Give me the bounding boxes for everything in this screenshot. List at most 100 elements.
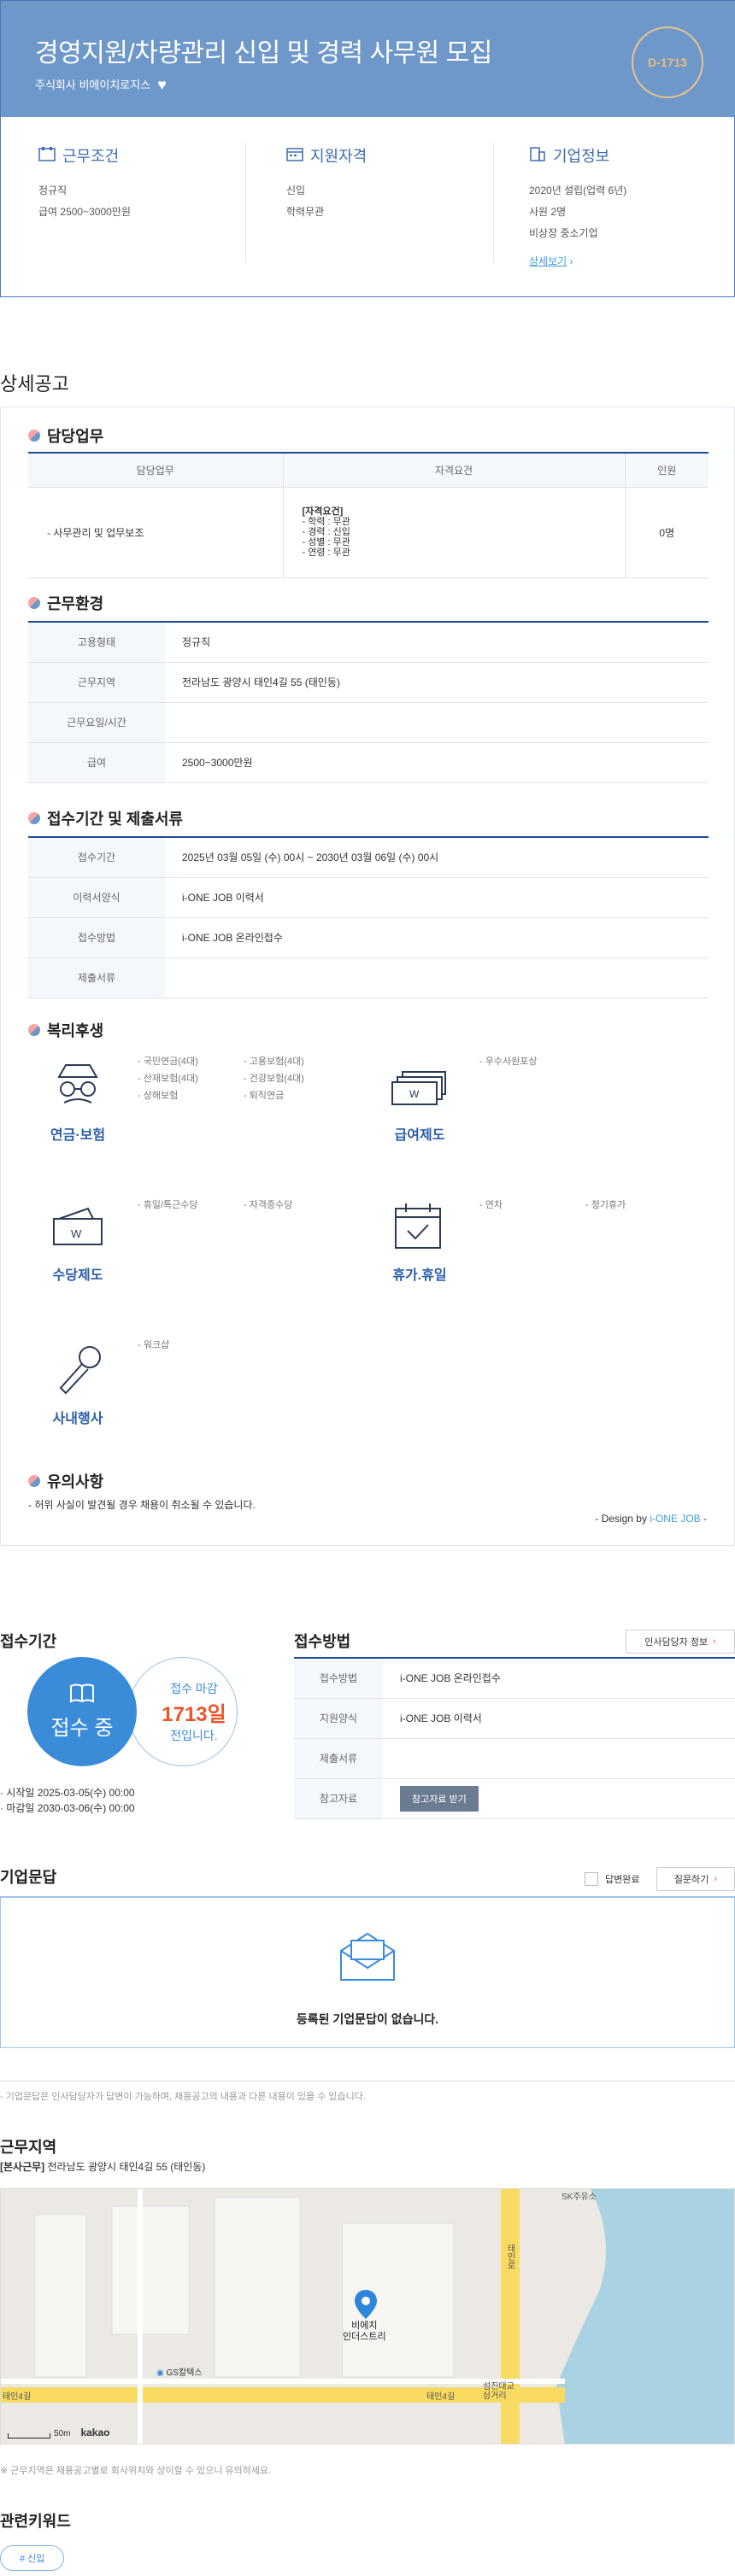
welfare-label: 사내행사 — [52, 1412, 103, 1426]
chevron-right-icon[interactable]: › — [570, 255, 573, 267]
book-icon — [69, 1683, 95, 1706]
row-value: i-ONE JOB 이력서 — [165, 877, 709, 918]
answered-checkbox[interactable] — [585, 1872, 598, 1886]
location-address: 전라남도 광양시 태인4길 55 (태인동) — [47, 2161, 206, 2173]
heart-icon[interactable]: ♥ — [157, 77, 167, 92]
table-row: 제출서류 — [294, 1738, 735, 1779]
duty-task: - 사무관리 및 업무보조 — [28, 487, 283, 578]
welfare-items: - 워크샵 — [138, 1337, 169, 1354]
top-poi-label: SK주유소 — [562, 2193, 597, 2202]
notice-heading: 유의사항 — [28, 1470, 103, 1492]
table-row: 접수방법 i-ONE JOB 온라인접수 — [28, 917, 709, 958]
download-ref-button[interactable]: 참고자료 받기 — [400, 1785, 479, 1812]
company-detail-link[interactable]: 상세보기 — [529, 255, 567, 267]
table-row: 접수기간 2025년 03월 05일 (수) 00시 ~ 2030년 03월 06… — [28, 837, 709, 878]
design-credit: - Design by i-ONE JOB - — [595, 1513, 707, 1525]
table-row: - 사무관리 및 업무보조 [자격요건] - 학력 : 무관 - 경력 : 신입… — [28, 487, 709, 578]
keyword-tag[interactable]: # 신입 — [0, 2545, 65, 2571]
env-table: 고용형태 정규직 근무지역 전라남도 광양시 태인4길 55 (태인동) 근무요일/… — [28, 621, 709, 783]
qna-empty-text: 등록된 기업문답이 없습니다. — [296, 2012, 439, 2026]
req-line: - 성별 : 무관 — [302, 537, 350, 547]
status-text: 접수 중 — [50, 1717, 114, 1740]
bullet-icon — [28, 430, 40, 442]
microphone-icon — [54, 1342, 105, 1399]
company-name[interactable]: 주식회사 비에이치로지스 — [35, 76, 150, 92]
row-key: 제출서류 — [294, 1738, 383, 1779]
poi-name: GS칼텍스 — [166, 2368, 203, 2378]
table-row: 참고자료 참고자료 받기 — [294, 1778, 735, 1819]
qna-empty-box: 등록된 기업문답이 없습니다. — [0, 1896, 735, 2048]
welfare-item: - 정기휴가 — [585, 1200, 626, 1210]
company-info-title: 기업정보 — [553, 148, 610, 165]
answered-filter[interactable]: 답변완료 — [585, 1872, 639, 1886]
apply-heading: 접수기간 및 제출서류 — [28, 807, 183, 829]
employment-type: 정규직 — [38, 184, 68, 196]
row-value: 2025년 03월 05일 (수) 00시 ~ 2030년 03월 06일 (수… — [165, 837, 709, 878]
bullet-icon — [28, 812, 40, 824]
welfare-label: 수당제도 — [52, 1268, 103, 1283]
location-tag: [본사근무] — [0, 2161, 45, 2173]
education-level: 학력무관 — [286, 206, 325, 218]
location-address-row: [본사근무] 전라남도 광양시 태인4길 55 (태인동) — [0, 2159, 205, 2174]
row-key: 이력서양식 — [28, 877, 165, 918]
deadline-days: 1713일 — [162, 1702, 226, 1726]
row-key: 고용형태 — [28, 622, 165, 663]
row-value: i-ONE JOB 온라인접수 — [383, 1658, 735, 1699]
row-key: 근무지역 — [28, 662, 165, 703]
ask-question-label: 질문하기 — [673, 1875, 709, 1885]
building-icon — [38, 146, 56, 166]
welfare-title: 복리후생 — [47, 1022, 104, 1039]
calendar-check-icon — [392, 1202, 444, 1254]
deadline-badge: 접수 마감 1713일 전입니다. — [128, 1657, 238, 1766]
row-value — [165, 702, 709, 743]
map[interactable]: 비에치 인더스트리 ◉ GS칼텍스 태인4길 태인4길 섬진대교 삼거리 SK주… — [0, 2188, 735, 2444]
duty-title: 담당업무 — [47, 428, 104, 445]
vertical-road-label: 태인로 — [505, 2244, 514, 2269]
company-founded: 2020년 설립(업력 6년) — [529, 184, 627, 196]
calendar-icon — [286, 146, 303, 166]
row-value: 2500~3000만원 — [165, 742, 709, 783]
company-info: 기업정보 2020년 설립(업력 6년) 사원 2명 비상장 중소기업 상세보기… — [529, 144, 626, 272]
table-row: 근무요일/시간 — [28, 702, 709, 743]
deadline-label: 접수 마감 — [170, 1681, 218, 1695]
hr-contact-label: 인사담당자 정보 — [644, 1637, 709, 1648]
location-title: 근무지역 — [0, 2139, 57, 2156]
bullet-icon — [28, 597, 40, 609]
welfare-items: - 정기휴가 — [585, 1197, 626, 1214]
duty-count: 0명 — [624, 487, 709, 578]
apply-title: 접수기간 및 제출서류 — [47, 811, 184, 828]
period-end: 마감일 2030-03-06(수) 00:00 — [6, 1802, 135, 1814]
row-key: 접수방법 — [294, 1658, 383, 1699]
welfare-item: - 자격증수당 — [244, 1200, 293, 1210]
row-key: 접수기간 — [28, 837, 165, 878]
keywords-title: 관련키워드 — [0, 2513, 71, 2530]
work-conditions: 근무조건 정규직 급여 2500~3000만원 — [38, 144, 131, 223]
row-value: 참고자료 받기 — [383, 1778, 735, 1819]
company-kind: 비상장 중소기업 — [529, 227, 598, 239]
period-start: 시작일 2025-03-05(수) 00:00 — [6, 1787, 135, 1799]
junction-label: 섬진대교 삼거리 — [483, 2382, 514, 2401]
welfare-item: - 휴일/특근수당 — [138, 1200, 198, 1210]
welfare-items: - 자격증수당 — [244, 1197, 292, 1214]
period-dates: · 시작일 2025-03-05(수) 00:00 · 마감일 2030-03-… — [0, 1787, 135, 1814]
hr-contact-button[interactable]: 인사담당자 정보 › — [626, 1630, 735, 1654]
welfare-items: - 국민연금(4대) - 산재보험(4대) - 상해보험 — [138, 1053, 198, 1104]
salary: 급여 2500~3000만원 — [38, 206, 131, 218]
qualifications: 지원자격 신입 학력무관 — [286, 144, 367, 223]
map-pin-icon[interactable] — [355, 2290, 377, 2321]
req-line: - 학력 : 무관 — [302, 517, 350, 527]
welfare-item: - 국민연금(4대) — [138, 1057, 198, 1067]
qualifications-title: 지원자격 — [310, 148, 368, 165]
welfare-items: - 휴일/특근수당 — [138, 1197, 198, 1214]
company-name-row: 주식회사 비에이치로지스 ♥ — [35, 76, 167, 92]
row-value: 정규직 — [165, 622, 709, 663]
req-title: [자격요건] — [302, 506, 344, 517]
table-row: 접수방법 i-ONE JOB 온라인접수 — [294, 1658, 735, 1699]
ask-question-button[interactable]: 질문하기 › — [656, 1867, 735, 1891]
welfare-item: - 퇴직연금 — [244, 1091, 285, 1101]
design-prefix: - Design by — [595, 1513, 647, 1525]
chevron-right-icon: › — [713, 1636, 716, 1647]
welfare-items: - 우수사원포상 — [479, 1053, 537, 1070]
detail-box: 담당업무 담당업무 자격요건 인원 - 사무관리 및 업무보조 [자격요건] -… — [0, 407, 735, 1546]
location-note: ※ 근무지역은 채용공고별로 회사위치와 상이할 수 있으니 유의하세요. — [0, 2466, 272, 2476]
